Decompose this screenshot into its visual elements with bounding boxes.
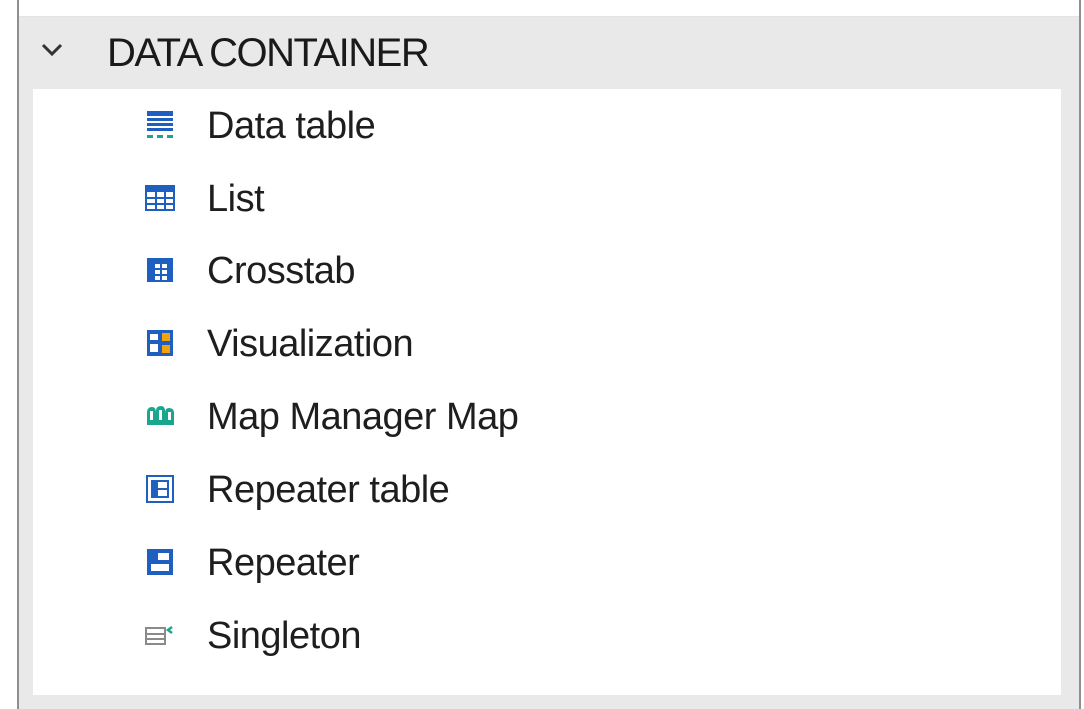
list-icon bbox=[145, 185, 175, 211]
toolbox-item-repeater-table[interactable]: Repeater table bbox=[33, 455, 1061, 525]
section-content: Data table List Crosstab Visualization M… bbox=[33, 89, 1061, 695]
toolbox-item-label: Repeater bbox=[207, 542, 360, 584]
toolbox-item-list[interactable]: List bbox=[33, 164, 1061, 234]
map-icon bbox=[147, 406, 174, 425]
section-title: DATA CONTAINER bbox=[107, 31, 430, 75]
toolbox-item-label: Crosstab bbox=[207, 250, 356, 292]
crosstab-icon bbox=[147, 258, 173, 282]
data-table-icon bbox=[147, 111, 173, 138]
singleton-icon bbox=[145, 626, 173, 645]
toolbox-panel: DATA CONTAINER Data table List Crosstab … bbox=[17, 0, 1081, 709]
repeater-icon bbox=[147, 549, 173, 575]
toolbox-item-label: Singleton bbox=[207, 615, 361, 657]
toolbox-item-crosstab[interactable]: Crosstab bbox=[33, 236, 1061, 306]
previous-section-edge bbox=[19, 0, 1079, 17]
toolbox-item-singleton[interactable]: Singleton bbox=[33, 601, 1061, 671]
toolbox-item-label: Data table bbox=[207, 105, 376, 147]
toolbox-item-visualization[interactable]: Visualization bbox=[33, 309, 1061, 379]
visualization-icon bbox=[147, 330, 173, 356]
toolbox-item-label: List bbox=[207, 178, 265, 220]
section-header-data-container[interactable]: DATA CONTAINER bbox=[19, 17, 1079, 89]
toolbox-item-label: Repeater table bbox=[207, 469, 450, 511]
toolbox-item-label: Map Manager Map bbox=[207, 396, 519, 438]
toolbox-item-repeater[interactable]: Repeater bbox=[33, 528, 1061, 598]
toolbox-item-label: Visualization bbox=[207, 323, 414, 365]
repeater-table-icon bbox=[146, 475, 174, 503]
toolbox-item-data-table[interactable]: Data table bbox=[33, 91, 1061, 161]
chevron-down-icon[interactable] bbox=[41, 43, 63, 57]
toolbox-item-map-manager-map[interactable]: Map Manager Map bbox=[33, 382, 1061, 452]
